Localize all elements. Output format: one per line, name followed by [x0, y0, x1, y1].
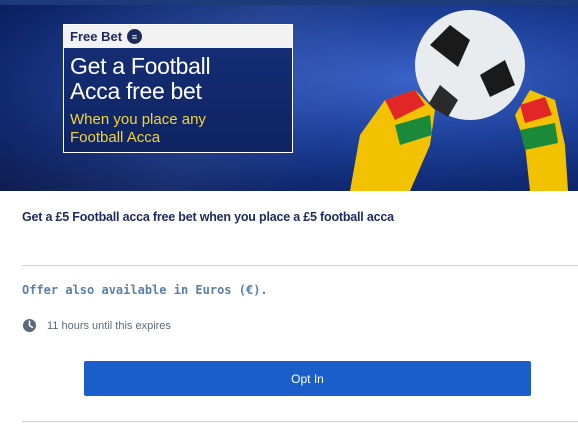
banner-subline: When you place any Football Acca	[70, 111, 206, 147]
banner-headline-line1: Get a Football	[70, 53, 211, 79]
free-bet-token-icon: ≡	[127, 29, 143, 44]
free-bet-tag-label: Free Bet	[70, 29, 123, 44]
clock-icon	[22, 318, 37, 333]
promo-banner: Free Bet ≡ Get a Football Acca free bet …	[0, 5, 578, 191]
banner-headline-line2: Acca free bet	[70, 78, 202, 104]
banner-subline-line2: Football Acca	[70, 129, 161, 146]
promotion-card: Free Bet ≡ Get a Football Acca free bet …	[0, 0, 578, 425]
free-bet-tag: Free Bet ≡	[64, 25, 292, 48]
divider	[22, 421, 578, 422]
goalkeeper-hands-image	[350, 10, 568, 191]
opt-in-button[interactable]: Opt In	[84, 361, 531, 396]
promo-text-box: Free Bet ≡ Get a Football Acca free bet …	[63, 24, 293, 153]
offer-title: Get a £5 Football acca free bet when you…	[22, 210, 394, 224]
banner-headline: Get a Football Acca free bet	[70, 53, 211, 104]
euro-availability-note: Offer also available in Euros (€).	[22, 283, 268, 297]
expiry-text: 11 hours until this expires	[47, 319, 171, 332]
expiry-info: 11 hours until this expires	[22, 318, 171, 333]
banner-subline-line1: When you place any	[70, 111, 206, 128]
divider	[22, 265, 578, 266]
